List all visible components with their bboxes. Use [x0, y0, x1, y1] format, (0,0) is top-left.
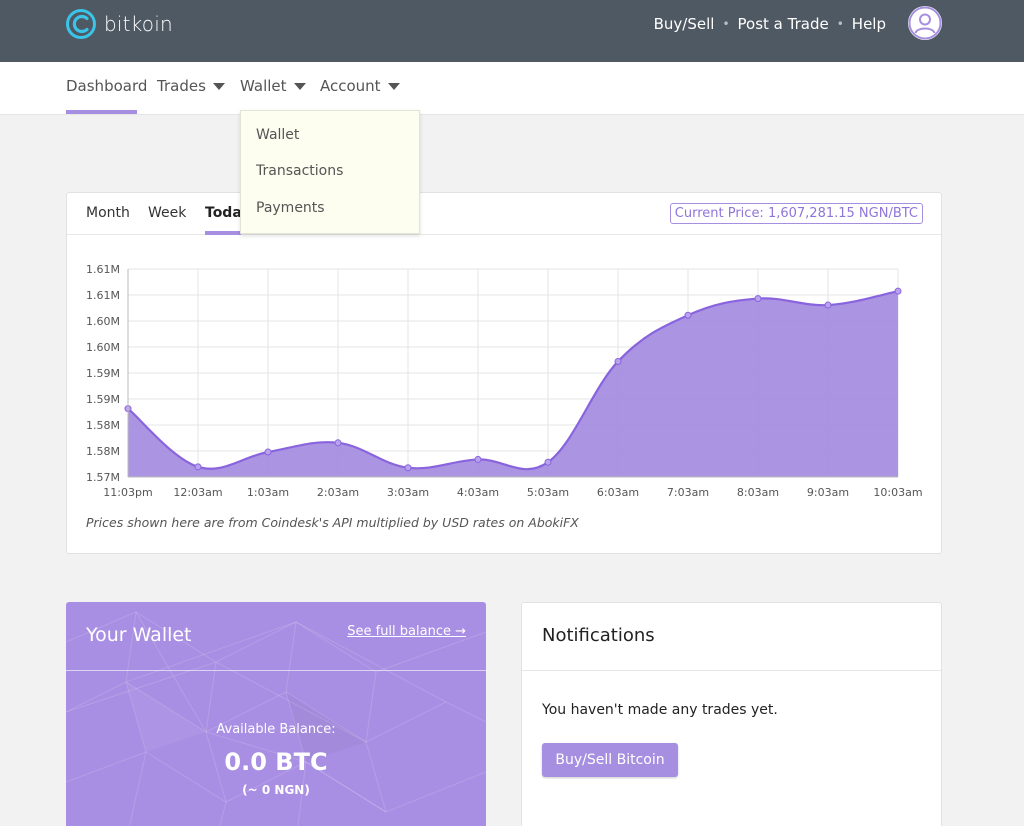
topnav-buy-sell-link[interactable]: Buy/Sell: [654, 15, 715, 33]
wallet-card: Your Wallet See full balance → Available…: [66, 602, 486, 826]
x-tick-label: 9:03am: [807, 486, 849, 499]
chart-data-point: [474, 455, 482, 463]
y-tick-label: 1.58M: [86, 419, 120, 432]
x-tick-label: 1:03am: [247, 486, 289, 499]
x-tick-label: 6:03am: [597, 486, 639, 499]
y-tick-label: 1.61M: [86, 289, 120, 302]
y-tick-label: 1.58M: [86, 445, 120, 458]
user-avatar-icon[interactable]: [908, 6, 942, 40]
topnav-post-trade-link[interactable]: Post a Trade: [738, 15, 829, 33]
no-trades-message: You haven't made any trades yet.: [542, 702, 778, 718]
chart-area-fill: [128, 291, 898, 477]
current-price-badge: Current Price: 1,607,281.15 NGN/BTC: [669, 203, 923, 224]
x-tick-label: 4:03am: [457, 486, 499, 499]
dropdown-item-wallet[interactable]: Wallet: [256, 127, 299, 143]
x-tick-label: 2:03am: [317, 486, 359, 499]
subnav-wallet[interactable]: Wallet: [240, 77, 306, 95]
bitkoin-logo-icon[interactable]: [66, 9, 96, 39]
chart-data-point: [824, 301, 832, 309]
dropdown-item-transactions[interactable]: Transactions: [256, 163, 343, 179]
ngn-balance: (~ 0 NGN): [242, 783, 310, 797]
wallet-title: Your Wallet: [86, 624, 192, 646]
subnav-account[interactable]: Account: [320, 77, 400, 95]
x-tick-label: 5:03am: [527, 486, 569, 499]
chart-data-point: [404, 464, 412, 472]
topnav-help-link[interactable]: Help: [852, 15, 886, 33]
wallet-divider: [66, 670, 486, 671]
notifications-title: Notifications: [542, 625, 655, 646]
chart-tab-indicator: [205, 231, 241, 235]
caret-down-icon: [293, 82, 306, 90]
caret-down-icon: [212, 82, 225, 90]
subnav-dashboard-label: Dashboard: [66, 77, 148, 95]
chart-data-point: [334, 439, 342, 447]
top-nav: Buy/Sell • Post a Trade • Help: [654, 15, 886, 33]
buy-sell-bitcoin-button[interactable]: Buy/Sell Bitcoin: [542, 743, 678, 777]
subnav-trades[interactable]: Trades: [157, 77, 225, 95]
subnav-dashboard[interactable]: Dashboard: [66, 77, 147, 95]
chart-source-note: Prices shown here are from Coindesk's AP…: [86, 515, 579, 530]
chart-data-point: [684, 311, 692, 319]
subnav-trades-label: Trades: [157, 77, 206, 95]
see-full-balance-link[interactable]: See full balance →: [347, 624, 466, 639]
price-area-chart: 1.61M 1.61M 1.60M 1.60M 1.59M 1.59M 1.58M 1.58M…: [86, 263, 923, 499]
chart-range-tabs: Month Week Today Current Price: 1,607,28…: [67, 193, 941, 235]
tab-month[interactable]: Month: [86, 205, 130, 221]
chart-data-point: [614, 357, 622, 365]
chart-data-point: [754, 295, 762, 303]
x-tick-label: 8:03am: [737, 486, 779, 499]
chart-data-point: [894, 287, 902, 295]
tab-week[interactable]: Week: [148, 205, 186, 221]
x-tick-label: 12:03am: [173, 486, 222, 499]
x-tick-label: 3:03am: [387, 486, 429, 499]
caret-down-icon: [387, 82, 400, 90]
top-bar: bitkoin Buy/Sell • Post a Trade • Help: [0, 0, 1024, 62]
y-tick-label: 1.60M: [86, 315, 120, 328]
notifications-divider: [522, 670, 941, 671]
notifications-card: Notifications You haven't made any trade…: [521, 602, 942, 826]
topnav-separator: •: [722, 17, 730, 31]
y-tick-label: 1.60M: [86, 341, 120, 354]
y-tick-label: 1.57M: [86, 471, 120, 484]
wallet-dropdown-menu: Wallet Transactions Payments: [240, 110, 420, 234]
dropdown-item-payments[interactable]: Payments: [256, 200, 325, 216]
chart-data-point: [544, 458, 552, 466]
chart-data-point: [194, 463, 202, 471]
active-tab-indicator: [66, 110, 137, 114]
topnav-separator: •: [836, 17, 844, 31]
btc-balance: 0.0 BTC: [224, 748, 328, 776]
x-tick-label: 10:03am: [873, 486, 922, 499]
subnav-account-label: Account: [320, 77, 381, 95]
y-tick-label: 1.61M: [86, 263, 120, 276]
brand-name[interactable]: bitkoin: [104, 12, 173, 36]
y-tick-label: 1.59M: [86, 393, 120, 406]
available-balance-label: Available Balance:: [216, 722, 336, 737]
x-tick-label: 7:03am: [667, 486, 709, 499]
x-tick-label: 11:03pm: [103, 486, 152, 499]
price-chart-card: Month Week Today Current Price: 1,607,28…: [66, 192, 942, 554]
chart-data-point: [264, 448, 272, 456]
subnav-wallet-label: Wallet: [240, 77, 287, 95]
y-tick-label: 1.59M: [86, 367, 120, 380]
sub-nav: Dashboard Trades Wallet Account: [0, 62, 1024, 115]
